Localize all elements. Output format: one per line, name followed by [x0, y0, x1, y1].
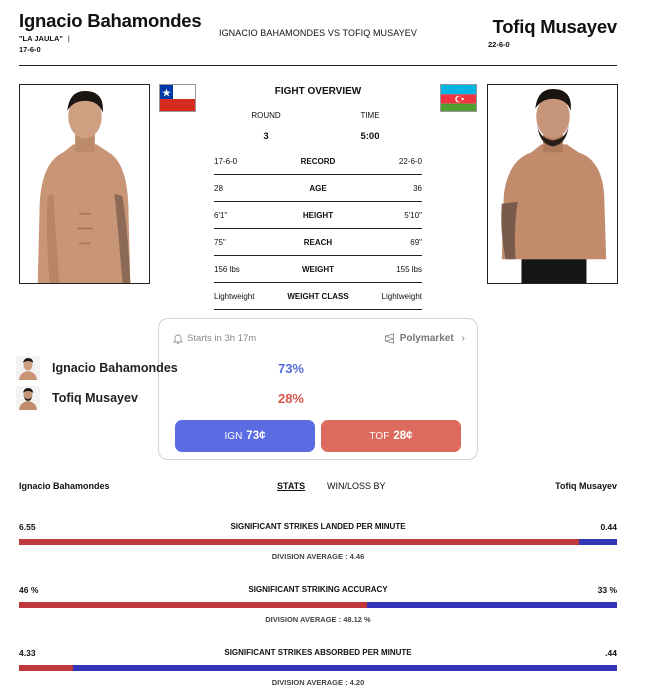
division-average: DIVISION AVERAGE : 48.12 % — [265, 615, 371, 624]
tab-stats[interactable]: STATS — [277, 481, 305, 491]
stat-strikes-absorbed: 4.33 SIGNIFICANT STRIKES ABSORBED PER MI… — [19, 648, 617, 698]
market-candidate-2[interactable]: Tofiq Musayev 28% — [16, 386, 304, 410]
overview-row-height: 6'1" HEIGHT 5'10" — [214, 202, 422, 229]
stat-strikes-landed: 6.55 SIGNIFICANT STRIKES LANDED PER MINU… — [19, 522, 617, 572]
fighter1-value: 28 — [214, 183, 223, 193]
fighter2-name[interactable]: Tofiq Musayev — [492, 16, 617, 38]
comparison-bar-fill — [19, 602, 368, 608]
division-average: DIVISION AVERAGE : 4.46 — [271, 552, 365, 561]
stat-striking-accuracy: 46 % SIGNIFICANT STRIKING ACCURACY 33 % … — [19, 585, 617, 635]
overview-row-reach: 75" REACH 69" — [214, 229, 422, 256]
comparison-bar-fill — [19, 539, 580, 545]
fighter1-value: Lightweight — [214, 291, 255, 301]
fighter2-photo — [487, 84, 618, 284]
comparison-bar — [19, 665, 617, 671]
fighter1-avatar — [16, 356, 40, 380]
candidate-percent: 28% — [277, 390, 304, 406]
fighter1-value: 17-6-0 — [214, 156, 238, 166]
fighter2-avatar — [16, 386, 40, 410]
tab-win-loss[interactable]: WIN/LOSS BY — [327, 481, 386, 491]
candidate-percent: 73% — [277, 360, 304, 376]
polymarket-link[interactable]: Polymarket › — [384, 333, 465, 344]
bell-icon — [173, 334, 183, 344]
round-label: ROUND — [251, 111, 281, 120]
fighter2-value: 5'10" — [404, 210, 422, 220]
fighter1-value: 6'1" — [214, 210, 228, 220]
market-card-header: Starts in 3h 17m Polymarket › — [173, 333, 465, 344]
stats-header: Ignacio Bahamondes STATS WIN/LOSS BY Tof… — [19, 481, 617, 495]
button-price: 28¢ — [393, 430, 413, 442]
comparison-bar — [19, 539, 617, 545]
start-time: Starts in 3h 17m — [173, 333, 256, 344]
fighter2-stat-value: 0.44 — [600, 522, 617, 532]
stat-label: SIGNIFICANT STRIKES ABSORBED PER MINUTE — [224, 648, 412, 657]
fighter1-record: 17-6-0 — [19, 45, 41, 54]
row-label: HEIGHT — [302, 210, 334, 220]
buy-tofiq-button[interactable]: TOF 28¢ — [321, 420, 461, 452]
fighter2-value: 69" — [410, 237, 422, 247]
chevron-right-icon: › — [461, 333, 465, 344]
chile-flag-icon — [159, 84, 196, 112]
fighter2-value: 155 lbs — [396, 264, 422, 274]
buy-ignacio-button[interactable]: IGN 73¢ — [175, 420, 315, 452]
fighter2-record: 22-6-0 — [488, 40, 510, 49]
row-label: WEIGHT — [302, 264, 334, 274]
row-label: AGE — [309, 183, 327, 193]
fighter2-value: Lightweight — [381, 291, 422, 301]
row-label: WEIGHT CLASS — [287, 291, 349, 301]
stat-label: SIGNIFICANT STRIKING ACCURACY — [248, 585, 388, 594]
fighter2-value: 36 — [413, 183, 422, 193]
fighter2-stat-value: .44 — [605, 648, 617, 658]
azerbaijan-flag-icon — [440, 84, 477, 112]
fighter1-photo — [19, 84, 150, 284]
overview-row-weight: 156 lbs WEIGHT 155 lbs — [214, 256, 422, 283]
comparison-bar-fill — [19, 665, 74, 671]
market-candidate-1[interactable]: Ignacio Bahamondes 73% — [16, 356, 304, 380]
start-time-text: Starts in 3h 17m — [187, 333, 257, 344]
time-value: 5:00 — [360, 131, 380, 142]
overview-title: FIGHT OVERVIEW — [274, 86, 362, 97]
overview-rows: 17-6-0 RECORD 22-6-0 28 AGE 36 6'1" HEIG… — [214, 148, 422, 310]
overview-row-weight-class: Lightweight WEIGHT CLASS Lightweight — [214, 283, 422, 310]
candidate-name: Ignacio Bahamondes — [52, 361, 178, 375]
button-prefix: TOF — [369, 430, 390, 442]
candidate-name: Tofiq Musayev — [52, 391, 138, 405]
round-value: 3 — [263, 131, 269, 142]
fight-overview: FIGHT OVERVIEW ROUND 3 TIME 5:00 17-6-0 … — [214, 84, 422, 310]
time-info: TIME 5:00 — [340, 111, 400, 142]
fighter2-value: 22-6-0 — [398, 156, 422, 166]
division-average: DIVISION AVERAGE : 4.20 — [271, 678, 365, 687]
row-label: REACH — [303, 237, 333, 247]
fight-header: Ignacio Bahamondes "LA JAULA" | 17-6-0 IG… — [19, 10, 617, 66]
overview-row-record: 17-6-0 RECORD 22-6-0 — [214, 148, 422, 175]
stat-label: SIGNIFICANT STRIKES LANDED PER MINUTE — [230, 522, 406, 531]
stats-fighter2-name: Tofiq Musayev — [555, 481, 617, 491]
overview-row-age: 28 AGE 36 — [214, 175, 422, 202]
round-info: ROUND 3 — [236, 111, 296, 142]
fighter2-stat-value: 33 % — [597, 585, 617, 595]
polymarket-logo-icon — [384, 333, 394, 344]
fighter1-value: 75" — [214, 237, 226, 247]
time-label: TIME — [360, 111, 380, 120]
comparison-bar — [19, 602, 617, 608]
button-price: 73¢ — [246, 430, 266, 442]
stats-fighter1-name: Ignacio Bahamondes — [19, 481, 110, 491]
row-label: RECORD — [300, 156, 336, 166]
polymarket-label: Polymarket — [399, 333, 454, 344]
button-prefix: IGN — [224, 430, 243, 442]
fighter1-value: 156 lbs — [214, 264, 240, 274]
